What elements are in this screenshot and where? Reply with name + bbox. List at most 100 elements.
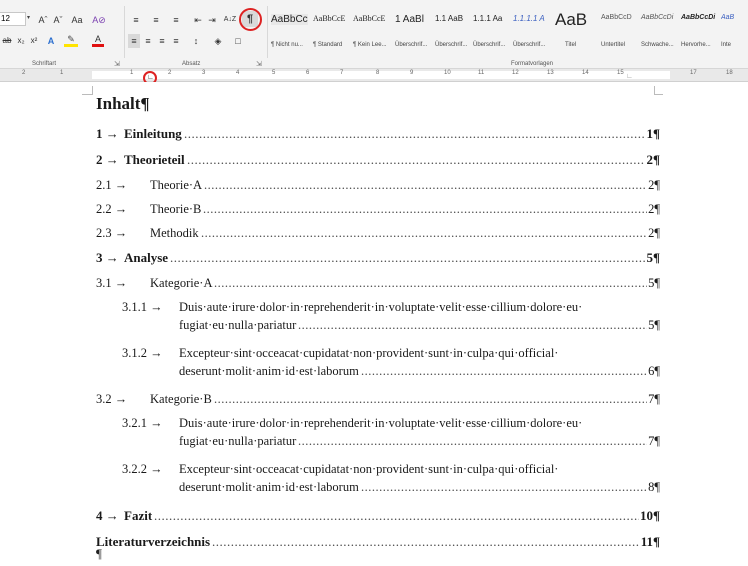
toc-entry-title-continued: deserunt·molit·anim·id·est·laborum [179,364,359,378]
toc-entry-number: 2.1 → [96,178,128,192]
numbering-button[interactable]: ≡ [148,13,164,27]
ruler-number: 17 [690,70,697,76]
toc-entry[interactable]: 3 → Analyse.............................… [82,250,664,268]
dialog-launcher-icon[interactable]: ⇲ [256,60,262,68]
toc-entry-title: Fazit [124,508,153,523]
style-subtle-emphasis[interactable]: AaBbCcDi Schwache... [641,10,681,54]
font-color-button[interactable]: A [92,34,104,47]
toc-leader-dots: ........................................… [154,508,639,523]
toc-entry-number: 2.3 → [96,226,128,240]
strikethrough-button[interactable]: ab [0,34,14,48]
style-normal[interactable]: AaBbCc ¶ Nicht nu... [271,10,313,54]
paragraph-mark: ¶ [96,546,102,561]
toc-entry-number: 1 → [96,126,119,141]
toc-entry-title: Literaturverzeichnis [96,534,211,549]
toc-page-number: 2¶ [648,226,660,240]
toc-entry[interactable]: 1 → Einleitung..........................… [82,126,664,144]
toc-entry[interactable]: 3.1.1 → Duis·aute·irure·dolor·in·reprehe… [82,300,664,338]
sort-button[interactable]: A↓Z [222,13,238,27]
style-no-spacing[interactable]: AaBbCcE ¶ Kein Lee... [353,10,393,54]
toc-entry-title: Kategorie·B [150,392,212,406]
shrink-font-button[interactable]: Aˇ [51,13,65,27]
grow-font-button[interactable]: Aˆ [36,13,50,27]
toc-entry-number: 3 → [96,250,119,265]
text-effects-button[interactable]: A [44,34,58,48]
toc-entry[interactable]: 3.2.1 → Duis·aute·irure·dolor·in·reprehe… [82,416,664,454]
style-heading-3[interactable]: 1.1.1 Aa Überschrif... [473,10,511,54]
superscript-button[interactable]: x² [28,34,40,48]
ruler-number: 12 [512,70,519,76]
formatvorlagen-label: Formatvorlagen [511,61,554,67]
toc-entry[interactable]: 3.1.2 → Excepteur·sint·occeacat·cupidata… [82,346,664,384]
change-case-button[interactable]: Aa [68,13,86,27]
justify-button[interactable]: ≡ [170,34,182,48]
toc-entry-title: Analyse [124,250,169,265]
line-spacing-button[interactable]: ↕ [188,34,204,48]
highlight-button[interactable]: ✎ [64,34,78,47]
toc-entry-number: 3.2.1 → [122,416,163,430]
subscript-button[interactable]: x₂ [15,34,27,48]
style-intense[interactable]: AaB Inte [721,10,748,54]
toc-page-number: 7¶ [648,392,660,406]
style-standard[interactable]: AaBbCcE ¶ Standard [313,10,353,54]
align-center-button[interactable]: ≡ [142,34,154,48]
toc-entry[interactable]: 4 → Fazit...............................… [82,508,664,526]
decrease-indent-button[interactable]: ⇤ [192,13,204,27]
ruler-number: 18 [726,70,733,76]
font-size-field[interactable]: 12 [0,12,26,26]
horizontal-ruler[interactable]: 2 1 1 2 3 4 5 6 7 8 9 10 11 12 13 14 15 … [0,69,748,85]
toc-page-number: 2¶ [646,152,660,167]
toc-page-number: 10¶ [639,508,660,523]
font-group: 12 ▾ Aˆ Aˇ Aa A⊘ ab x₂ x² A ✎ A Schrifta… [0,0,122,68]
multilevel-list-button[interactable]: ≡ [168,13,184,27]
toc-leader-dots: ........................................… [203,202,647,216]
toc-leader-dots: ........................................… [184,126,645,141]
toc-entry-number: 3.2 → [96,392,128,406]
toc-entry-title: Theorie·A [150,178,203,192]
clear-formatting-button[interactable]: A⊘ [90,13,108,27]
shading-button[interactable]: ◈ [210,34,226,48]
toc-entry[interactable]: 2.1 → Theorie·A.........................… [82,178,664,196]
toc-leader-dots: ........................................… [214,392,647,406]
toc-page-number: 5¶ [646,250,660,265]
toc-leader-dots: ........................................… [361,480,647,494]
ruler-number: 2 [22,70,26,76]
style-heading-4[interactable]: 1.1.1.1 A Überschrif... [513,10,553,54]
style-subtitle[interactable]: AaBbCcD Untertitel [601,10,641,54]
toc-entry[interactable]: 2 → Theorieteil.........................… [82,152,664,170]
align-left-button[interactable]: ≡ [128,34,140,48]
toc-page-number: 7¶ [648,434,660,448]
toc-entry[interactable]: 2.2 → Theorie·B.........................… [82,202,664,220]
toc-entry[interactable]: 3.2.2 → Excepteur·sint·occeacat·cupidata… [82,462,664,500]
style-heading-2[interactable]: 1.1 AaB Überschrif... [435,10,473,54]
toc-entry-title: Excepteur·sint·occeacat·cupidatat·non·pr… [179,462,559,476]
toc-entry-number: 2 → [96,152,119,167]
margin-corner-mark [654,86,663,95]
borders-button[interactable]: □ [230,34,246,48]
toc-entry-title-continued: fugiat·eu·nulla·pariatur [179,318,297,332]
dialog-launcher-icon[interactable]: ⇲ [114,60,120,68]
toc-leader-dots: ........................................… [214,276,647,290]
highlight-circle [239,8,262,31]
toc-entry-number: 3.2.2 → [122,462,163,476]
chevron-down-icon[interactable]: ▾ [27,14,30,21]
style-title[interactable]: AaB Titel [555,10,595,54]
style-heading-1[interactable]: 1 AaBl Überschrif... [395,10,435,54]
align-right-button[interactable]: ≡ [156,34,168,48]
document-canvas[interactable]: Inhalt¶ 1 → Einleitung..................… [0,82,748,564]
margin-corner-mark [82,86,93,95]
toc-entry[interactable]: 3.1 → Kategorie·A.......................… [82,276,664,294]
toc-entry-number: 3.1.1 → [122,300,163,314]
bullets-button[interactable]: ≡ [128,13,144,27]
toc-entry[interactable]: 2.3 → Methodik..........................… [82,226,664,244]
style-emphasis[interactable]: AaBbCcDi Hervorhe... [681,10,721,54]
toc-leader-dots: ........................................… [170,250,645,265]
toc-page-number: 8¶ [648,480,660,494]
toc-leader-dots: ........................................… [212,534,640,549]
toc-entry[interactable]: 3.2 → Kategorie·B.......................… [82,392,664,410]
tab-stop-marker[interactable]: ∟ [626,73,633,80]
increase-indent-button[interactable]: ⇥ [206,13,218,27]
toc-entry[interactable]: Literaturverzeichnis....................… [82,534,664,552]
ruler-number: 2 [168,70,172,76]
toc-entry-title: Excepteur·sint·occeacat·cupidatat·non·pr… [179,346,559,360]
